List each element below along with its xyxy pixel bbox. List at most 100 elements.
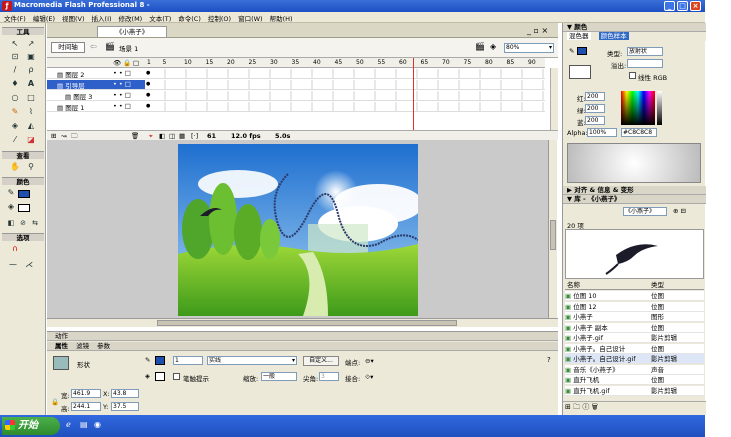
tab-properties[interactable]: 属性 — [55, 342, 68, 350]
rectangle-tool-icon[interactable]: □ — [24, 92, 38, 104]
overflow-select[interactable] — [627, 59, 663, 68]
quicklaunch-media-icon[interactable]: ◉ — [94, 420, 101, 429]
menu-modify[interactable]: 修改(M) — [115, 12, 146, 23]
insert-layer-icon[interactable]: ⊞ — [51, 132, 56, 140]
fill-color-swatch[interactable] — [18, 204, 30, 212]
cap-select[interactable]: ⊖▾ — [365, 357, 374, 365]
scale-select[interactable]: 一般 — [261, 372, 297, 381]
fill-transform-tool-icon[interactable]: ▣ — [24, 51, 38, 63]
stage-hscroll-thumb[interactable] — [157, 320, 457, 326]
frame-row[interactable]: ● — [145, 91, 545, 101]
library-col-name[interactable]: 名称 — [567, 281, 580, 290]
delete-layer-icon[interactable]: 🗑 — [131, 132, 139, 140]
edit-scene-icon[interactable]: 🎬 — [475, 42, 485, 51]
keyframe-icon[interactable]: ● — [146, 103, 150, 109]
visibility-icon[interactable]: 👁 — [113, 59, 121, 67]
stage-vscroll[interactable] — [548, 140, 557, 318]
line-tool-icon[interactable]: / — [8, 64, 22, 76]
timeline-layer[interactable]: ▤ 引导层 • • □ — [47, 80, 145, 90]
new-folder-icon[interactable]: 🗀 — [573, 403, 580, 411]
free-transform-tool-icon[interactable]: ⊡ — [8, 51, 22, 63]
actions-section-header[interactable]: 动作 — [47, 332, 558, 341]
lock-ratio-icon[interactable]: 🔒 — [51, 398, 59, 406]
menu-commands[interactable]: 命令(C) — [174, 12, 204, 23]
alpha-input[interactable]: 100% — [587, 128, 617, 137]
eraser-tool-icon[interactable]: ◪ — [24, 134, 38, 146]
outline-icon[interactable]: □ — [133, 59, 139, 67]
properties-icon[interactable]: ⓘ — [582, 403, 589, 411]
stroke-pen-icon[interactable]: ✎ — [145, 356, 150, 364]
ink-bottle-tool-icon[interactable]: ◈ — [8, 120, 22, 132]
library-col-type[interactable]: 类型 — [651, 281, 664, 290]
close-button[interactable]: × — [690, 1, 701, 11]
fill-color-icon[interactable]: ◈ — [4, 201, 18, 213]
lock-icon[interactable]: 🔒 — [123, 59, 131, 67]
quicklaunch-ie-icon[interactable]: ℯ — [66, 420, 71, 429]
arrow-tool-icon[interactable]: ↖ — [8, 38, 22, 50]
hand-tool-icon[interactable]: ✋ — [8, 161, 22, 173]
fill-bucket-icon[interactable]: ◈ — [145, 372, 150, 380]
smooth-icon[interactable]: ⁓ — [6, 259, 20, 271]
new-symbol-icon[interactable]: ⊞ — [565, 403, 571, 411]
menu-view[interactable]: 视图(V) — [58, 12, 88, 23]
brush-tool-icon[interactable]: ⌇ — [24, 106, 38, 118]
library-item[interactable]: ▣ 小燕子 副本 位图 — [565, 322, 704, 333]
fill-color-swatch[interactable] — [155, 372, 165, 381]
snap-magnet-icon[interactable]: ∩ — [8, 243, 22, 255]
playhead[interactable] — [413, 58, 414, 130]
layer-state-icons[interactable]: • • □ — [113, 102, 131, 110]
y-input[interactable]: 37.5 — [111, 402, 139, 411]
menu-file[interactable]: 文件(F) — [0, 12, 29, 23]
library-item[interactable]: ▣ 小燕子.gif 影片剪辑 — [565, 333, 704, 343]
color-panel-header[interactable]: ▼ 颜色 — [563, 23, 706, 32]
insert-guide-icon[interactable]: ↝ — [61, 132, 66, 140]
stage-vscroll-thumb[interactable] — [550, 220, 556, 250]
window-controls[interactable]: _ ▫ × — [527, 26, 548, 35]
onion-outline-icon[interactable]: ◫ — [169, 132, 175, 140]
zoom-select[interactable]: 80% ▾ — [504, 43, 554, 53]
x-input[interactable]: 43.8 — [111, 389, 139, 398]
timeline-vscroll[interactable] — [550, 68, 558, 130]
maximize-button[interactable]: □ — [677, 1, 688, 11]
edit-multiple-frames-icon[interactable]: ▦ — [179, 132, 185, 140]
stroke-width-input[interactable]: 1 — [173, 356, 203, 365]
menu-text[interactable]: 文本(T) — [145, 12, 174, 23]
menu-control[interactable]: 控制(O) — [204, 12, 234, 23]
stage-canvas[interactable] — [178, 144, 418, 316]
hinting-checkbox[interactable] — [173, 373, 180, 380]
document-tab[interactable]: 《小燕子》 — [97, 26, 167, 37]
eyedropper-tool-icon[interactable]: ⁄ — [8, 134, 22, 146]
subselect-tool-icon[interactable]: ↗ — [24, 38, 38, 50]
library-item[interactable]: ▣ 直升飞机.gif 影片剪辑 — [565, 385, 704, 396]
library-item[interactable]: ▣ 小燕子。自己设计.gif 影片剪辑 — [565, 354, 704, 364]
onion-markers-icon[interactable]: [·] — [191, 132, 198, 140]
r-input[interactable]: 200 — [585, 92, 605, 101]
library-item[interactable]: ▣ 位图 12 位图 — [565, 301, 704, 312]
layer-state-icons[interactable]: • • □ — [113, 69, 131, 77]
align-panel-header[interactable]: ▶ 对齐 & 信息 & 变形 — [563, 186, 706, 195]
height-input[interactable]: 244.1 — [71, 402, 101, 411]
library-pin-icon[interactable]: ⊕ ⊟ — [673, 207, 686, 215]
pencil-tool-icon[interactable]: ✎ — [8, 106, 22, 118]
tab-swatches[interactable]: 颜色样本 — [598, 32, 629, 40]
oval-tool-icon[interactable]: ○ — [8, 92, 22, 104]
help-icon[interactable]: ? — [547, 356, 551, 364]
library-panel-header[interactable]: ▼ 库 - 《小燕子》 — [563, 195, 706, 204]
quicklaunch-folder-icon[interactable]: ▤ — [80, 420, 88, 429]
onion-skin-icon[interactable]: ◧ — [159, 132, 165, 140]
mixer-stroke-swatch[interactable] — [577, 47, 587, 55]
timeline-layer[interactable]: ▤ 图层 1 • • □ — [47, 102, 145, 112]
menu-help[interactable]: 帮助(H) — [266, 12, 296, 23]
menu-edit[interactable]: 编辑(E) — [29, 12, 58, 23]
library-item[interactable]: ▣ 位图 10 位图 — [565, 291, 704, 301]
keyframe-icon[interactable]: ● — [146, 92, 150, 98]
frame-ruler[interactable]: 1 5 10 15 20 25 30 35 40 45 50 55 60 65 70 75 80 85 90 — [145, 58, 545, 68]
timeline-layer[interactable]: ▤ 图层 3 • • □ — [47, 91, 145, 101]
text-tool-icon[interactable]: A — [24, 78, 38, 90]
edit-symbol-icon[interactable]: ◈ — [490, 42, 496, 51]
linear-rgb-checkbox[interactable] — [629, 72, 636, 79]
width-input[interactable]: 461.9 — [71, 389, 101, 398]
color-spectrum[interactable] — [621, 91, 655, 125]
menu-insert[interactable]: 插入(I) — [88, 12, 115, 23]
join-select[interactable]: ⟐▾ — [365, 373, 373, 382]
